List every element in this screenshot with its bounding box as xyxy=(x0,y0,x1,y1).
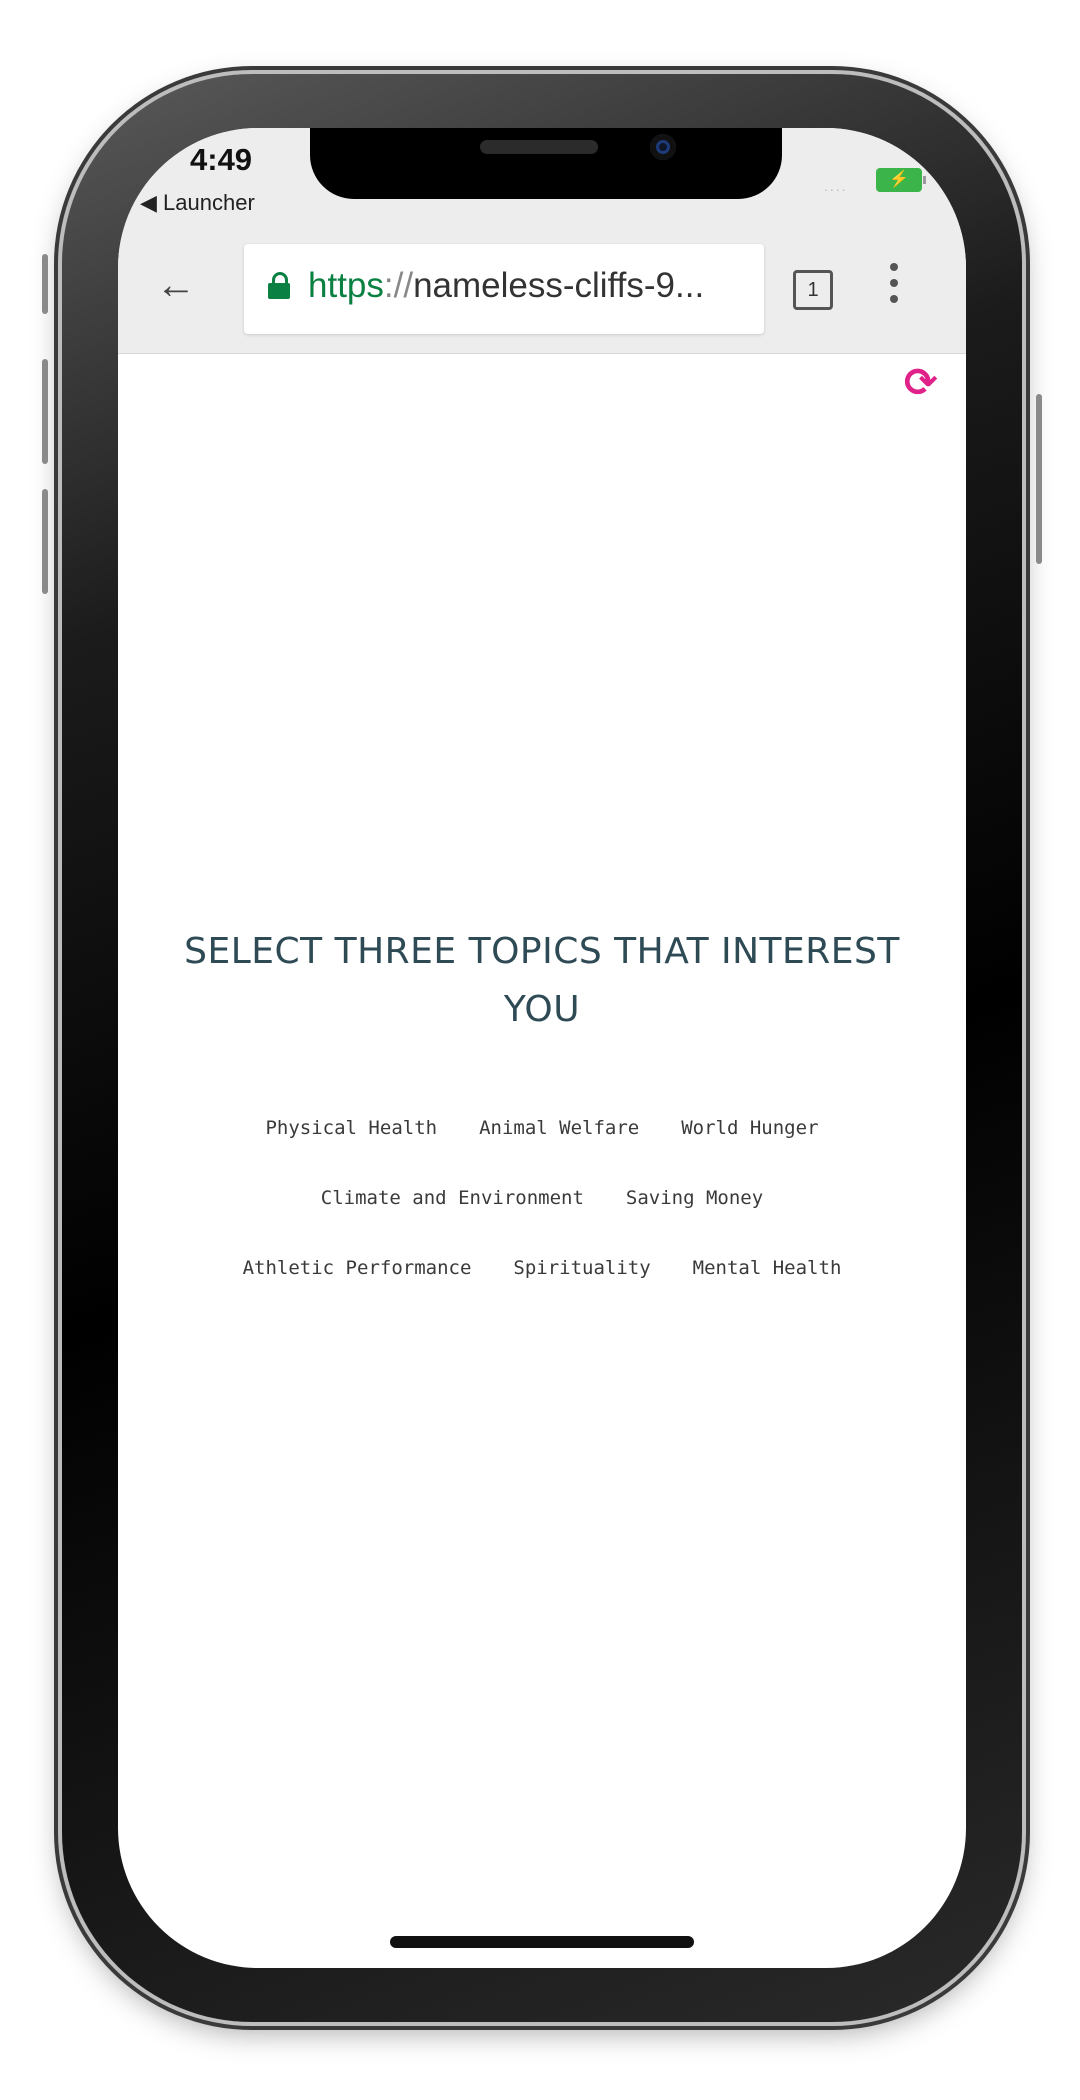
url-text[interactable]: https://nameless-cliffs-9... xyxy=(308,266,704,306)
page-title: SELECT THREE TOPICS THAT INTEREST YOU xyxy=(178,923,906,1039)
front-camera xyxy=(650,134,676,160)
browser-chrome: 4:49 ◀ Launcher .... ⚡ ← https://nameles… xyxy=(118,128,966,354)
notch xyxy=(310,128,782,199)
volume-up-button xyxy=(42,254,48,314)
topic-climate-and-environment[interactable]: Climate and Environment xyxy=(321,1187,584,1209)
tab-switcher-button[interactable]: 1 xyxy=(793,270,833,310)
topic-list: Physical Health Animal Welfare World Hun… xyxy=(158,1093,926,1303)
url-scheme: https xyxy=(308,266,384,305)
topic-athletic-performance[interactable]: Athletic Performance xyxy=(243,1257,472,1279)
topic-physical-health[interactable]: Physical Health xyxy=(265,1117,437,1139)
topic-saving-money[interactable]: Saving Money xyxy=(626,1187,763,1209)
volume-up-button-2 xyxy=(42,359,48,464)
page-title-line-2: YOU xyxy=(503,989,581,1030)
signal-icon: .... xyxy=(824,178,848,194)
url-separator: :// xyxy=(383,266,414,305)
topic-world-hunger[interactable]: World Hunger xyxy=(681,1117,818,1139)
page-title-line-1: SELECT THREE TOPICS THAT INTEREST xyxy=(184,931,900,972)
url-host: nameless-cliffs-9... xyxy=(413,266,705,305)
topic-row-2: Climate and Environment Saving Money xyxy=(158,1163,926,1233)
topic-spirituality[interactable]: Spirituality xyxy=(513,1257,650,1279)
topic-animal-welfare[interactable]: Animal Welfare xyxy=(479,1117,639,1139)
phone-screen: 4:49 ◀ Launcher .... ⚡ ← https://nameles… xyxy=(118,128,966,1968)
back-arrow-icon[interactable]: ← xyxy=(156,263,196,308)
refresh-icon[interactable]: ⟳ xyxy=(904,360,938,406)
status-time: 4:49 xyxy=(190,142,253,177)
power-button xyxy=(1036,394,1042,564)
home-indicator[interactable] xyxy=(390,1936,694,1948)
address-bar[interactable]: https://nameless-cliffs-9... xyxy=(244,244,764,334)
overflow-menu-icon[interactable] xyxy=(890,263,898,311)
speaker-grille xyxy=(480,140,598,154)
battery-charging-icon: ⚡ xyxy=(876,168,926,192)
volume-down-button xyxy=(42,489,48,594)
topic-mental-health[interactable]: Mental Health xyxy=(693,1257,842,1279)
lock-icon xyxy=(268,272,290,299)
topic-row-1: Physical Health Animal Welfare World Hun… xyxy=(158,1093,926,1163)
back-to-launcher-link[interactable]: ◀ Launcher xyxy=(140,190,255,216)
topic-row-3: Athletic Performance Spirituality Mental… xyxy=(158,1233,926,1303)
